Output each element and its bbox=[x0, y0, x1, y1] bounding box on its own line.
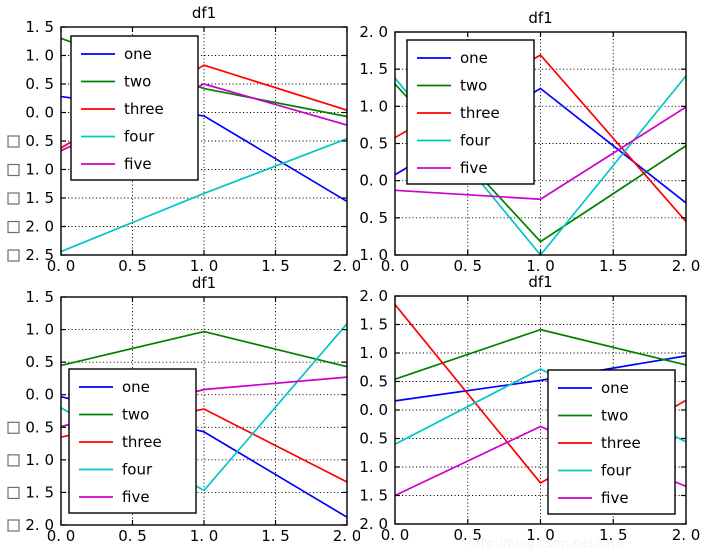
y-tick-label: 0. 5 bbox=[25, 75, 54, 93]
y-tick-label: 0. 5 bbox=[359, 135, 388, 153]
y-tick-label: 0. 0 bbox=[359, 172, 388, 190]
y-tick-label: 1. 5 bbox=[25, 18, 54, 36]
legend-label-one: one bbox=[122, 378, 150, 396]
missing-glyph-box bbox=[7, 163, 20, 177]
x-tick-label: 2. 0 bbox=[672, 257, 701, 273]
y-tick-label: 1. 0 bbox=[359, 246, 388, 264]
x-tick-label: 0. 5 bbox=[118, 257, 147, 273]
y-tick-label: 2. 0 bbox=[359, 287, 388, 305]
y-tick-label: 1. 5 bbox=[25, 483, 54, 501]
y-tick-label: 1. 5 bbox=[25, 288, 54, 306]
subplot-bottom-right: df1 0. 0 0. 5 1. 0 1. 5 2. 0 2. 0 1. 5 1. 0 0. 50… bbox=[355, 273, 719, 552]
x-tick-label: 0. 5 bbox=[453, 257, 482, 273]
x-tick-label: 2. 0 bbox=[672, 526, 701, 544]
y-tick-label: 0. 5 bbox=[359, 430, 388, 448]
missing-glyph-box bbox=[7, 454, 20, 467]
y-tick-label: 0. 5 bbox=[359, 373, 388, 391]
x-tick-label: 1. 0 bbox=[190, 257, 219, 273]
y-tick-label: 2. 0 bbox=[25, 218, 54, 236]
x-tick-label: 1. 5 bbox=[261, 527, 290, 545]
y-tick-label: 1. 0 bbox=[25, 451, 54, 469]
y-tick-label: 0. 5 bbox=[25, 353, 54, 371]
legend-label-four: four bbox=[124, 128, 155, 146]
matplotlib-figure: df1 0. 0 0. 5 1. 0 1. 5 2. 0 2. 5 2. 0 1. 5 1. 0 0… bbox=[0, 0, 719, 552]
legend-label-two: two bbox=[124, 73, 151, 91]
y-tick-label: 1. 5 bbox=[359, 60, 388, 78]
legend-label-one: one bbox=[601, 379, 629, 397]
legend-label-three: three bbox=[460, 104, 500, 122]
subplot-title: df1 bbox=[528, 273, 552, 291]
legend-label-two: two bbox=[460, 77, 487, 95]
legend-label-one: one bbox=[124, 45, 152, 63]
subplot-title: df1 bbox=[192, 274, 216, 292]
y-tick-label: 1. 0 bbox=[359, 344, 388, 362]
y-tick-label: 1. 5 bbox=[359, 487, 388, 505]
y-tick-label: 1. 0 bbox=[25, 161, 54, 179]
y-tick-label: 0. 0 bbox=[25, 386, 54, 404]
missing-glyph-box bbox=[7, 421, 20, 434]
missing-glyph-box bbox=[7, 220, 20, 234]
y-tick-label: 1. 5 bbox=[25, 189, 54, 207]
y-tick-label: 0. 5 bbox=[25, 418, 54, 436]
legend-label-three: three bbox=[122, 433, 162, 451]
legend-label-four: four bbox=[601, 462, 632, 480]
subplot-title: df1 bbox=[192, 4, 216, 22]
legend-label-five: five bbox=[601, 489, 629, 507]
legend-label-one: one bbox=[460, 49, 488, 67]
legend-label-four: four bbox=[122, 461, 153, 479]
legend-label-five: five bbox=[124, 155, 152, 173]
y-tick-label: 1. 0 bbox=[25, 47, 54, 65]
x-tick-label: 1. 0 bbox=[526, 257, 555, 273]
y-tick-label: 1. 5 bbox=[359, 316, 388, 334]
y-tick-label: 1. 0 bbox=[359, 458, 388, 476]
series-line-two bbox=[60, 330, 348, 368]
missing-glyph-box bbox=[7, 192, 20, 205]
subplot-title: df1 bbox=[528, 9, 552, 27]
subplot-top-left: df1 0. 0 0. 5 1. 0 1. 5 2. 0 2. 5 2. 0 1. 5 1. 00… bbox=[0, 0, 360, 273]
y-tick-label: 2. 5 bbox=[25, 246, 54, 264]
missing-glyph-box bbox=[7, 249, 20, 262]
subplot-top-left-canvas: df10. 0 0. 5 1. 0 1. 5 2. 02. 52. 01. 51. 00… bbox=[7, 4, 360, 273]
missing-glyph-box bbox=[7, 135, 20, 148]
watermark-url: http://blog.csdn.net/Inte bbox=[468, 536, 624, 550]
subplot-bottom-right-canvas: df10. 0 0. 5 1. 0 1. 5 2. 02. 01. 51. 00. 50… bbox=[359, 273, 701, 544]
y-tick-label: 1. 0 bbox=[25, 321, 54, 339]
y-tick-label: 0. 0 bbox=[25, 104, 54, 122]
legend-label-three: three bbox=[601, 434, 641, 452]
y-tick-label: 0. 0 bbox=[359, 401, 388, 419]
legend-label-four: four bbox=[460, 132, 491, 150]
y-tick-label: 2. 0 bbox=[25, 516, 54, 534]
y-tick-label: 1. 0 bbox=[359, 97, 388, 115]
missing-glyph-box bbox=[7, 486, 20, 500]
legend-label-three: three bbox=[124, 100, 164, 118]
subplot-bottom-left-canvas: df10. 0 0. 5 1. 0 1. 5 2. 02. 01. 51. 00. 50… bbox=[7, 274, 360, 545]
subplot-bottom-left: df1 0. 0 0. 5 1. 0 1. 5 2. 0 2. 0 1. 5 1. 0 0. 50… bbox=[0, 273, 360, 552]
x-tick-label: 0. 5 bbox=[118, 527, 147, 545]
legend-label-five: five bbox=[460, 159, 488, 177]
y-tick-label: 2. 0 bbox=[359, 23, 388, 41]
legend-label-two: two bbox=[601, 407, 628, 425]
y-tick-label: 2. 0 bbox=[359, 515, 388, 533]
x-tick-label: 1. 5 bbox=[599, 257, 628, 273]
subplot-top-right: df1 0. 0 0. 5 1. 0 1. 5 2. 0 1. 0 0. 5 0. 0 0. 51… bbox=[355, 0, 719, 273]
legend-label-two: two bbox=[122, 406, 149, 424]
y-tick-label: 0. 5 bbox=[25, 132, 54, 150]
legend-label-five: five bbox=[122, 488, 150, 506]
subplot-top-right-canvas: df10. 0 0. 5 1. 0 1. 5 2. 01. 00. 50. 00. 51… bbox=[359, 9, 701, 273]
x-tick-label: 1. 5 bbox=[261, 257, 290, 273]
x-tick-label: 1. 0 bbox=[190, 527, 219, 545]
y-tick-label: 0. 5 bbox=[359, 209, 388, 227]
missing-glyph-box bbox=[7, 519, 20, 532]
